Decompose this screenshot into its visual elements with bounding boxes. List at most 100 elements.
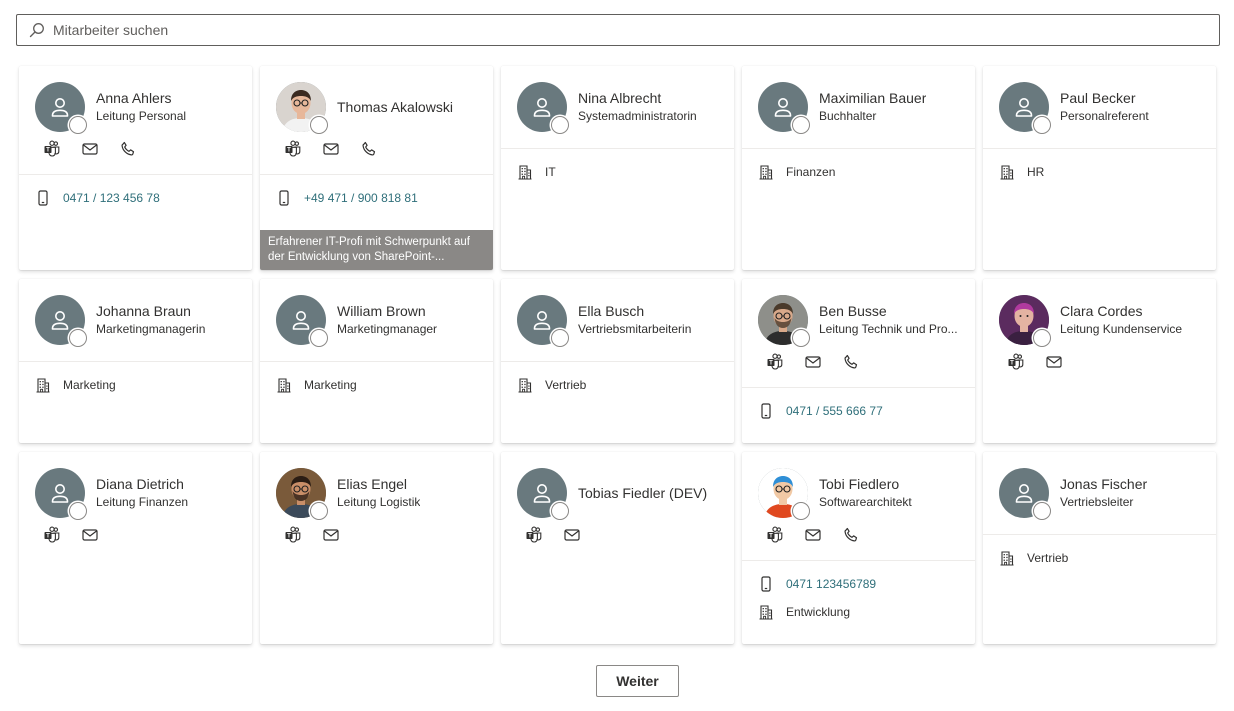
send-email-button[interactable] bbox=[320, 524, 342, 546]
person-card[interactable]: Diana Dietrich Leitung Finanzen T bbox=[19, 452, 252, 644]
svg-text:T: T bbox=[769, 361, 773, 367]
card-header: Ella Busch Vertriebsmitarbeiterin bbox=[501, 279, 734, 361]
avatar-placeholder[interactable] bbox=[35, 468, 87, 520]
tooltip-line: der Entwicklung von SharePoint-... bbox=[268, 251, 445, 263]
person-card[interactable]: Thomas Akalowski T +49 471 / 900 818 81 Erf… bbox=[260, 66, 493, 270]
call-button[interactable] bbox=[358, 138, 380, 160]
call-button[interactable] bbox=[117, 138, 139, 160]
teams-icon: T bbox=[766, 353, 784, 371]
mobile-phone-link[interactable]: 0471 / 555 666 77 bbox=[786, 404, 883, 418]
person-card[interactable]: Jonas Fischer Vertriebsleiter Vertrieb bbox=[983, 452, 1216, 644]
phone-icon bbox=[842, 353, 860, 371]
person-card[interactable]: Nina Albrecht Systemadministratorin IT bbox=[501, 66, 734, 270]
send-email-button[interactable] bbox=[320, 138, 342, 160]
avatar-photo[interactable] bbox=[758, 468, 810, 520]
person-name: Ben Busse bbox=[819, 303, 887, 319]
person-job-title: Marketingmanagerin bbox=[96, 322, 206, 336]
teams-chat-button[interactable]: T bbox=[764, 351, 786, 373]
person-card[interactable]: Anna Ahlers Leitung Personal T 0471 / 123 4… bbox=[19, 66, 252, 270]
teams-chat-button[interactable]: T bbox=[282, 138, 304, 160]
card-details: IT bbox=[501, 149, 734, 183]
send-email-button[interactable] bbox=[79, 524, 101, 546]
presence-indicator bbox=[1033, 502, 1051, 520]
teams-chat-button[interactable]: T bbox=[764, 524, 786, 546]
person-job-title: Leitung Logistik bbox=[337, 495, 421, 509]
teams-icon: T bbox=[525, 526, 543, 544]
teams-chat-button[interactable]: T bbox=[523, 524, 545, 546]
send-email-button[interactable] bbox=[561, 524, 583, 546]
avatar-photo[interactable] bbox=[999, 295, 1051, 347]
card-details: HR bbox=[983, 149, 1216, 183]
card-details: Marketing bbox=[260, 362, 493, 396]
teams-chat-button[interactable]: T bbox=[41, 524, 63, 546]
department-label: HR bbox=[1027, 165, 1045, 179]
mobile-phone-link[interactable]: 0471 / 123 456 78 bbox=[63, 191, 160, 205]
person-details: Tobi Fiedlero Softwarearchitekt bbox=[819, 475, 912, 511]
person-icon bbox=[530, 308, 554, 332]
send-email-button[interactable] bbox=[802, 524, 824, 546]
person-details: Ben Busse Leitung Technik und Pro... bbox=[819, 302, 958, 338]
card-details: Vertrieb bbox=[983, 535, 1216, 569]
person-card[interactable]: Tobi Fiedlero Softwarearchitekt T 0471 1234… bbox=[742, 452, 975, 644]
phone-row[interactable]: 0471 123456789 bbox=[742, 573, 975, 595]
avatar-placeholder[interactable] bbox=[517, 295, 569, 347]
next-page-button[interactable]: Weiter bbox=[596, 665, 679, 697]
avatar-placeholder[interactable] bbox=[999, 468, 1051, 520]
person-card[interactable]: William Brown Marketingmanager Marketing bbox=[260, 279, 493, 443]
department-label: Marketing bbox=[304, 378, 357, 392]
person-details: Tobias Fiedler (DEV) bbox=[578, 484, 707, 502]
teams-chat-button[interactable]: T bbox=[41, 138, 63, 160]
avatar-photo[interactable] bbox=[276, 468, 328, 520]
phone-row[interactable]: 0471 / 123 456 78 bbox=[19, 187, 252, 209]
search-box[interactable] bbox=[16, 14, 1220, 46]
person-job-title: Leitung Technik und Pro... bbox=[819, 322, 958, 336]
avatar-placeholder[interactable] bbox=[999, 82, 1051, 134]
person-card[interactable]: Johanna Braun Marketingmanagerin Marketing bbox=[19, 279, 252, 443]
department-label: Vertrieb bbox=[1027, 551, 1069, 565]
person-card[interactable]: Maximilian Bauer Buchhalter Finanzen bbox=[742, 66, 975, 270]
avatar-placeholder[interactable] bbox=[276, 295, 328, 347]
svg-text:T: T bbox=[46, 148, 50, 154]
svg-text:T: T bbox=[769, 534, 773, 540]
avatar-placeholder[interactable] bbox=[758, 82, 810, 134]
card-header: Ben Busse Leitung Technik und Pro... bbox=[742, 279, 975, 361]
person-card[interactable]: Clara Cordes Leitung Kundenservice T bbox=[983, 279, 1216, 443]
mobile-phone-icon bbox=[276, 190, 292, 206]
avatar-placeholder[interactable] bbox=[517, 468, 569, 520]
person-details: Ella Busch Vertriebsmitarbeiterin bbox=[578, 302, 691, 338]
card-header: Nina Albrecht Systemadministratorin bbox=[501, 66, 734, 148]
avatar-photo[interactable] bbox=[758, 295, 810, 347]
card-details: Vertrieb bbox=[501, 362, 734, 396]
card-header: William Brown Marketingmanager bbox=[260, 279, 493, 361]
search-input[interactable] bbox=[53, 16, 1219, 44]
teams-chat-button[interactable]: T bbox=[282, 524, 304, 546]
building-icon bbox=[35, 377, 51, 393]
presence-indicator bbox=[310, 116, 328, 134]
teams-chat-button[interactable]: T bbox=[1005, 351, 1027, 373]
mobile-phone-link[interactable]: +49 471 / 900 818 81 bbox=[304, 191, 418, 205]
send-email-button[interactable] bbox=[79, 138, 101, 160]
avatar-placeholder[interactable] bbox=[35, 82, 87, 134]
person-card[interactable]: Ella Busch Vertriebsmitarbeiterin Vertrieb bbox=[501, 279, 734, 443]
about-tooltip: Erfahrener IT-Profi mit Schwerpunkt auf d… bbox=[260, 230, 493, 270]
presence-indicator bbox=[551, 329, 569, 347]
presence-indicator bbox=[792, 116, 810, 134]
phone-row[interactable]: 0471 / 555 666 77 bbox=[742, 400, 975, 422]
svg-text:T: T bbox=[287, 534, 291, 540]
mobile-phone-link[interactable]: 0471 123456789 bbox=[786, 577, 876, 591]
call-button[interactable] bbox=[840, 351, 862, 373]
avatar-placeholder[interactable] bbox=[517, 82, 569, 134]
phone-row[interactable]: +49 471 / 900 818 81 bbox=[260, 187, 493, 209]
person-card[interactable]: Tobias Fiedler (DEV) T bbox=[501, 452, 734, 644]
avatar-placeholder[interactable] bbox=[35, 295, 87, 347]
person-card[interactable]: Paul Becker Personalreferent HR bbox=[983, 66, 1216, 270]
send-email-button[interactable] bbox=[802, 351, 824, 373]
contact-actions: T bbox=[19, 524, 252, 546]
person-icon bbox=[48, 481, 72, 505]
send-email-button[interactable] bbox=[1043, 351, 1065, 373]
person-job-title: Marketingmanager bbox=[337, 322, 438, 336]
avatar-photo[interactable] bbox=[276, 82, 328, 134]
call-button[interactable] bbox=[840, 524, 862, 546]
person-card[interactable]: Elias Engel Leitung Logistik T bbox=[260, 452, 493, 644]
person-card[interactable]: Ben Busse Leitung Technik und Pro... T 0471… bbox=[742, 279, 975, 443]
